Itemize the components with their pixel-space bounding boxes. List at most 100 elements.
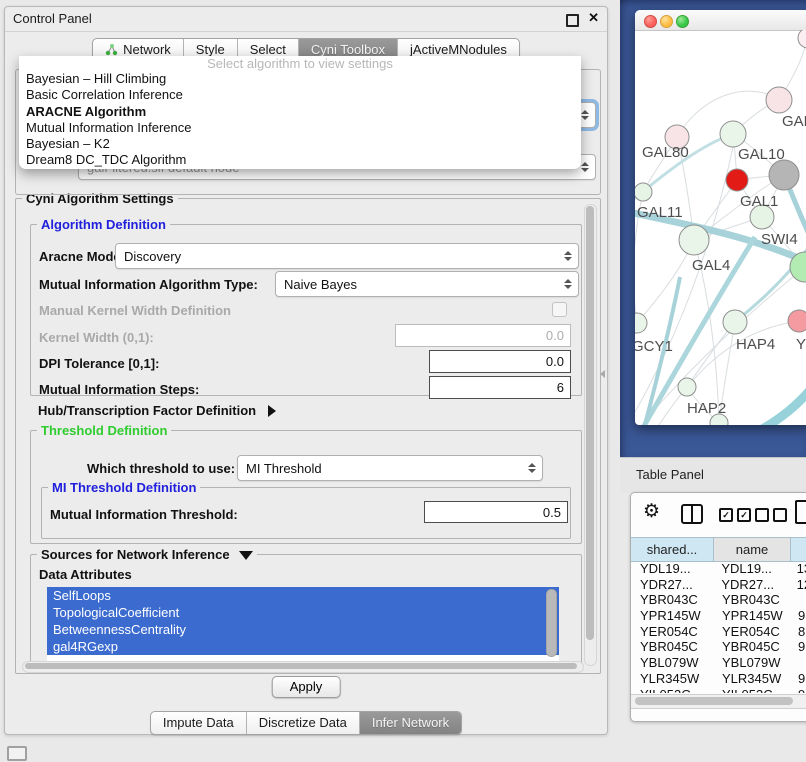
- attribute-list-item-selected[interactable]: TopologicalCoefficient: [47, 604, 559, 621]
- tab-discretize-data[interactable]: Discretize Data: [247, 712, 360, 734]
- hap4-node[interactable]: [723, 310, 747, 334]
- which-threshold-combobox[interactable]: MI Threshold: [237, 455, 543, 481]
- attribute-list-item-selected[interactable]: SelfLoops: [47, 587, 559, 604]
- table-horizontal-scrollbar[interactable]: [631, 694, 806, 709]
- threshold-definition-group: Threshold Definition Which threshold to …: [30, 430, 582, 544]
- kernel-width-value: 0.0: [546, 328, 564, 343]
- scrollbar-thumb[interactable]: [635, 697, 793, 705]
- column-header[interactable]: name: [714, 538, 791, 561]
- network-window-titlebar[interactable]: [635, 10, 806, 31]
- gray-node[interactable]: [769, 160, 799, 190]
- mi-threshold-field[interactable]: 0.5: [424, 501, 568, 523]
- network-window[interactable]: GALGAL80GAL10GAL1GAL11GAL4SWI4GCY1HAP4YH…: [635, 10, 806, 425]
- close-window-icon[interactable]: [644, 15, 657, 28]
- zoom-window-icon[interactable]: [676, 15, 689, 28]
- export-table-icon[interactable]: [795, 500, 806, 524]
- partial-top-node[interactable]: [798, 30, 806, 48]
- mi-threshold-value: 0.5: [543, 505, 561, 520]
- gal11-node[interactable]: [635, 183, 652, 201]
- table-cell: YBR043C: [631, 592, 713, 608]
- tab-label: Infer Network: [372, 715, 449, 730]
- stepper-arrows-icon: [581, 110, 588, 120]
- select-all-icon[interactable]: ✓✓: [719, 508, 751, 522]
- table-row[interactable]: YBR045CYBR045C9.: [631, 639, 806, 655]
- gear-icon[interactable]: ⚙: [643, 501, 660, 523]
- tab-label: Network: [123, 42, 171, 57]
- tab-label: Discretize Data: [259, 715, 347, 730]
- data-attributes-list[interactable]: SelfLoopsTopologicalCoefficientBetweenne…: [47, 587, 559, 663]
- gcy1-node[interactable]: [635, 313, 647, 333]
- panel-title: Control Panel: [13, 11, 92, 26]
- table-row[interactable]: YLR345WYLR345W9.: [631, 671, 806, 687]
- attribute-list-item-selected[interactable]: gal4RGexp: [47, 638, 559, 655]
- expanded-arrow-icon: [239, 551, 253, 560]
- hap2-node[interactable]: [678, 378, 696, 396]
- table-row[interactable]: YDL19...YDL19...13: [631, 561, 806, 577]
- network-icon: [105, 44, 118, 56]
- dropdown-item[interactable]: Dream8 DC_TDC Algorithm: [19, 152, 581, 168]
- table-row[interactable]: YBR043CYBR043C: [631, 592, 806, 608]
- apply-button[interactable]: Apply: [272, 676, 341, 698]
- table-cell: YBR045C: [713, 639, 789, 655]
- table-row[interactable]: YER054CYER054C8.: [631, 624, 806, 640]
- table-cell: [789, 592, 798, 608]
- close-panel-icon[interactable]: ✕: [588, 10, 599, 26]
- tab-label: jActiveMNodules: [410, 42, 507, 57]
- table-row[interactable]: YBL079WYBL079W: [631, 655, 806, 671]
- sources-title-text: Sources for Network Inference: [41, 547, 230, 562]
- table-window: ⚙ ✓✓ shared...name YDL19...YDL19...13YDR…: [630, 492, 806, 722]
- control-panel-titlebar: Control Panel ✕: [5, 7, 607, 32]
- sources-title[interactable]: Sources for Network Inference: [37, 547, 257, 562]
- dpi-tolerance-field[interactable]: 0.0: [429, 350, 571, 373]
- data-attributes-label: Data Attributes: [39, 567, 132, 582]
- network-graph[interactable]: GALGAL80GAL10GAL1GAL11GAL4SWI4GCY1HAP4YH…: [635, 30, 806, 425]
- deselect-all-icon[interactable]: [755, 508, 787, 522]
- dropdown-item[interactable]: Bayesian – Hill Climbing: [19, 71, 581, 87]
- table-cell: YBR045C: [631, 639, 713, 655]
- network-edge: [757, 384, 806, 425]
- attribute-list-item-selected[interactable]: BetweennessCentrality: [47, 621, 559, 638]
- table-cell: YLR345W: [631, 671, 713, 687]
- minimize-window-icon[interactable]: [660, 15, 673, 28]
- node-label: SWI4: [761, 231, 798, 248]
- salmon-node[interactable]: [788, 310, 806, 332]
- column-header[interactable]: [791, 538, 806, 561]
- gal-node[interactable]: [766, 87, 792, 113]
- settings-horizontal-scrollbar[interactable]: [22, 661, 584, 673]
- settings-vertical-scrollbar[interactable]: [584, 204, 597, 666]
- mi-type-value: Naive Bayes: [284, 277, 357, 292]
- aracne-mode-combobox[interactable]: Discovery: [115, 243, 579, 269]
- network-view-panel: GALGAL80GAL10GAL1GAL11GAL4SWI4GCY1HAP4YH…: [620, 0, 806, 457]
- dropdown-item[interactable]: ARACNE Algorithm: [19, 104, 581, 120]
- table-cell: YER054C: [631, 624, 713, 640]
- split-pane-collapse-handle[interactable]: [600, 370, 605, 378]
- manual-kernel-checkbox[interactable]: [552, 302, 567, 317]
- table-row[interactable]: YDR27...YDR27...12: [631, 577, 806, 593]
- gal10-node[interactable]: [720, 121, 746, 147]
- aracne-mode-label: Aracne Mode:: [39, 249, 125, 264]
- mi-steps-field[interactable]: 6: [429, 376, 571, 399]
- dropdown-item[interactable]: Mutual Information Inference: [19, 120, 581, 136]
- column-header[interactable]: shared...: [631, 538, 714, 561]
- tab-label: Select: [250, 42, 286, 57]
- collapsed-panel-icon[interactable]: [7, 746, 27, 761]
- table-row[interactable]: YIL053CYIL053C9: [631, 687, 806, 694]
- kernel-width-field[interactable]: 0.0: [395, 324, 571, 347]
- tab-impute-data[interactable]: Impute Data: [151, 712, 247, 734]
- hub-definition-toggle[interactable]: Hub/Transcription Factor Definition: [38, 403, 276, 418]
- which-threshold-value: MI Threshold: [246, 461, 322, 476]
- dropdown-item[interactable]: Basic Correlation Inference: [19, 87, 581, 103]
- mi-type-combobox[interactable]: Naive Bayes: [275, 271, 579, 297]
- node-label: HAP4: [736, 336, 775, 353]
- node-label: HAP2: [687, 400, 726, 417]
- table-row[interactable]: YPR145WYPR145W9.: [631, 608, 806, 624]
- table-body: YDL19...YDL19...13YDR27...YDR27...12YBR0…: [631, 561, 806, 693]
- tab-infer-network[interactable]: Infer Network: [360, 712, 461, 734]
- selected-red-node[interactable]: [726, 169, 748, 191]
- gal4-node[interactable]: [679, 225, 709, 255]
- dropdown-item[interactable]: Bayesian – K2: [19, 136, 581, 152]
- split-view-icon[interactable]: [681, 504, 703, 524]
- float-panel-icon[interactable]: [566, 14, 579, 27]
- algorithm-dropdown[interactable]: Select algorithm to view settings Bayesi…: [19, 56, 581, 169]
- list-scrollbar[interactable]: [546, 589, 557, 657]
